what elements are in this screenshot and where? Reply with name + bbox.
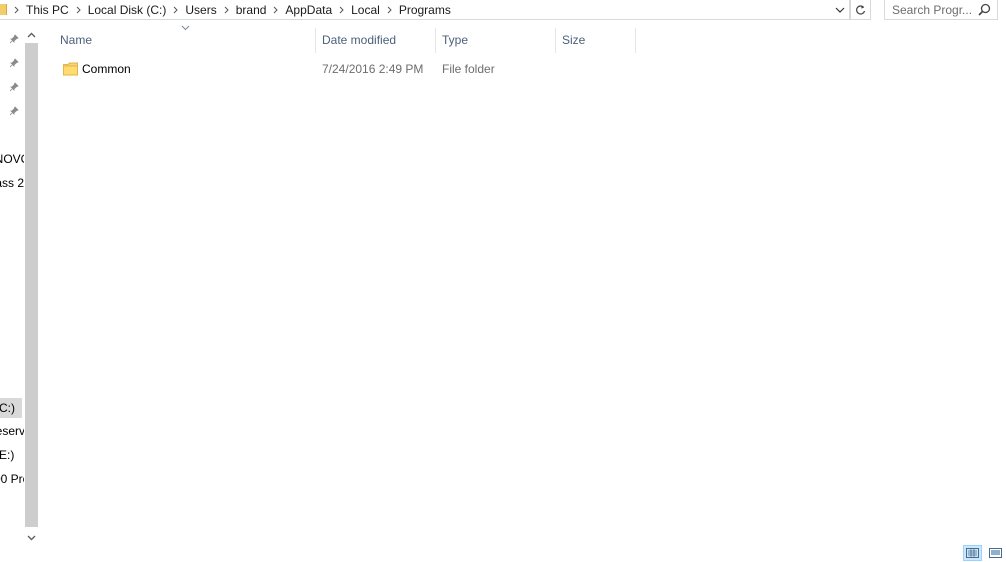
chevron-down-icon[interactable] <box>831 0 849 20</box>
nav-item-00-pro[interactable]: 00 Pro <box>0 471 24 487</box>
breadcrumb-brand[interactable]: brand <box>236 0 267 20</box>
breadcrumb-this-pc[interactable]: This PC <box>26 0 69 20</box>
chevron-right-icon[interactable] <box>222 0 231 20</box>
breadcrumb[interactable]: This PC Local Disk (C:) Users brand AppD… <box>0 0 850 20</box>
column-header-type[interactable]: Type <box>436 28 556 53</box>
search-icon[interactable] <box>978 3 991 16</box>
search-input[interactable] <box>885 0 978 19</box>
folder-icon <box>63 62 78 76</box>
breadcrumb-users[interactable]: Users <box>185 0 216 20</box>
nav-item-lenovo[interactable]: LENOVO <box>0 151 24 167</box>
details-view-icon <box>966 548 979 558</box>
scrollbar-thumb[interactable] <box>25 43 38 527</box>
chevron-right-icon[interactable] <box>337 0 346 20</box>
list-item[interactable]: Common 7/24/2016 2:49 PM File folder <box>54 58 636 80</box>
pin-icon[interactable] <box>9 82 19 92</box>
large-icons-view-button[interactable] <box>986 545 1005 561</box>
nav-item-drive-e[interactable]: (E:) <box>0 447 24 463</box>
chevron-right-icon[interactable] <box>385 0 394 20</box>
nav-item-class-2[interactable]: Class 2 <box>0 175 24 191</box>
column-header-size[interactable]: Size <box>556 28 636 53</box>
file-date-modified: 7/24/2016 2:49 PM <box>322 62 424 76</box>
search-box[interactable] <box>884 0 998 20</box>
pin-icon[interactable] <box>9 34 19 44</box>
column-header-date-modified[interactable]: Date modified <box>316 28 436 53</box>
chevron-right-icon[interactable] <box>271 0 280 20</box>
chevron-right-icon[interactable] <box>171 0 180 20</box>
column-header-row: Name Date modified Type Size <box>54 25 636 53</box>
breadcrumb-local[interactable]: Local <box>351 0 380 20</box>
nav-scrollbar[interactable] <box>24 26 39 546</box>
refresh-icon <box>856 4 866 15</box>
nav-item-reserved[interactable]: Reserved <box>0 423 24 439</box>
column-header-name[interactable]: Name <box>54 28 316 53</box>
file-name: Common <box>82 62 131 76</box>
navigation-pane: LENOVO Class 2 (C:) Reserved (E:) 00 Pro <box>0 26 24 546</box>
file-type: File folder <box>442 62 495 76</box>
breadcrumb-programs[interactable]: Programs <box>399 0 451 20</box>
breadcrumb-local-disk[interactable]: Local Disk (C:) <box>88 0 167 20</box>
pin-icon[interactable] <box>9 106 19 116</box>
chevron-right-icon[interactable] <box>74 0 83 20</box>
folder-icon <box>0 4 7 15</box>
details-view-button[interactable] <box>963 545 982 561</box>
pin-icon[interactable] <box>9 58 19 68</box>
address-bar: This PC Local Disk (C:) Users brand AppD… <box>0 0 1006 22</box>
refresh-button[interactable] <box>850 0 871 20</box>
chevron-right-icon[interactable] <box>12 0 21 20</box>
breadcrumb-appdata[interactable]: AppData <box>285 0 332 20</box>
nav-item-local-disk-c[interactable]: (C:) <box>0 398 22 418</box>
scroll-up-icon[interactable] <box>24 26 39 43</box>
large-icons-view-icon <box>989 548 1002 558</box>
scroll-down-icon[interactable] <box>24 529 39 546</box>
